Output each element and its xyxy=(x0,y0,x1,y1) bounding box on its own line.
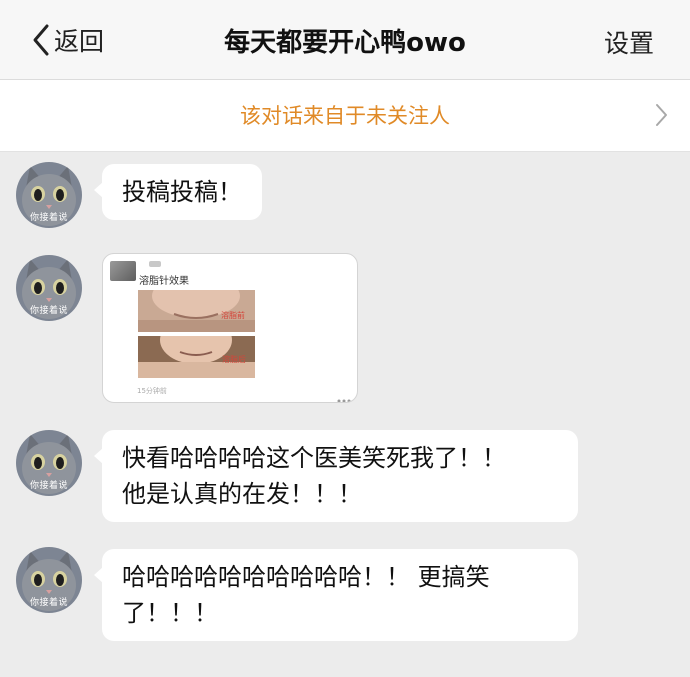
screenshot-caption: 溶脂针效果 xyxy=(139,276,189,287)
message-bubble[interactable]: 哈哈哈哈哈哈哈哈哈哈！！ 更搞笑 了！！！ xyxy=(94,549,578,641)
message-bubble[interactable]: 投稿投稿！ xyxy=(94,164,262,220)
sender-avatar[interactable]: 你接着说 xyxy=(16,547,82,613)
message-text-line: 了！！！ xyxy=(122,599,218,627)
avatar-caption: 你接着说 xyxy=(29,598,68,608)
message-text-line: 他是认真的在发！！！ xyxy=(122,480,362,508)
navigation-bar: 返回 每天都要开心鸭owo 设置 xyxy=(0,0,690,80)
message-text: 投稿投稿！ xyxy=(122,178,242,206)
before-tag: 溶脂前 xyxy=(221,311,245,320)
avatar-caption: 你接着说 xyxy=(29,306,68,316)
avatar-caption: 你接着说 xyxy=(29,481,68,491)
screenshot-timestamp: 15分钟前 xyxy=(137,387,167,395)
stranger-notice-text: 该对话来自于未关注人 xyxy=(240,104,450,128)
image-message[interactable]: 溶脂针效果 溶脂前 溶脂后 15分钟前 xyxy=(102,253,358,403)
conversation-title: 每天都要开心鸭owo xyxy=(224,28,466,58)
chevron-right-icon xyxy=(654,103,668,131)
sender-avatar[interactable]: 你接着说 xyxy=(16,430,82,496)
sender-avatar[interactable]: 你接着说 xyxy=(16,255,82,321)
message-text-line: 哈哈哈哈哈哈哈哈哈哈！！ 更搞笑 xyxy=(122,563,490,591)
sender-avatar[interactable]: 你接着说 xyxy=(16,162,82,228)
after-photo: 溶脂后 xyxy=(138,336,255,378)
message-text-line: 快看哈哈哈哈这个医美笑死我了！！ xyxy=(122,444,506,472)
more-dots-icon xyxy=(337,388,351,402)
message-bubble[interactable]: 快看哈哈哈哈这个医美笑死我了！！ 他是认真的在发！！！ xyxy=(94,430,578,522)
screenshot-avatar xyxy=(110,261,136,281)
settings-button[interactable]: 设置 xyxy=(604,24,654,60)
after-tag: 溶脂后 xyxy=(222,355,246,364)
avatar-caption: 你接着说 xyxy=(29,213,68,223)
screenshot-username xyxy=(149,261,161,267)
stranger-notice-banner[interactable]: 该对话来自于未关注人 xyxy=(0,80,690,152)
before-photo: 溶脂前 xyxy=(138,290,255,332)
